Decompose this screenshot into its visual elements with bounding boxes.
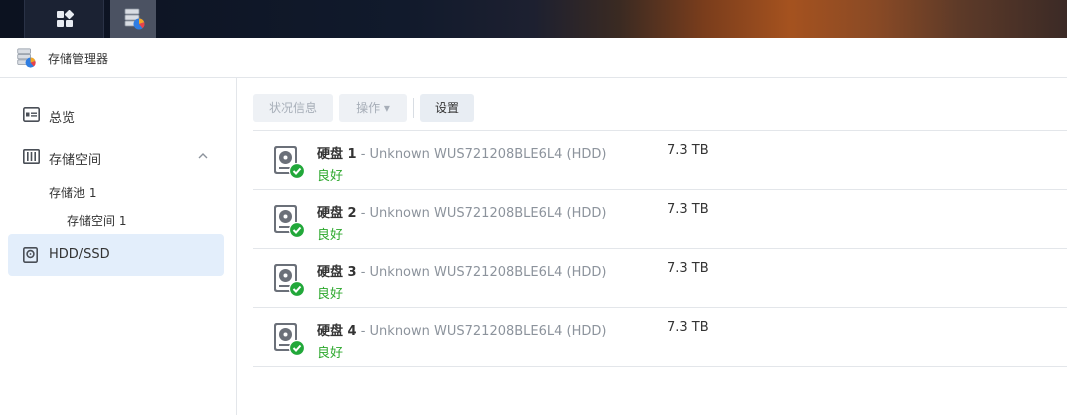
hdd-icon [23, 247, 38, 263]
disk-status: 良好 [317, 287, 344, 302]
disk-model: - Unknown WUS721208BLE6L4 (HDD) [356, 324, 607, 339]
disk-name: 硬盘 4 [317, 324, 357, 339]
hdd-status-good-icon [274, 205, 305, 238]
taskbar [0, 0, 1067, 38]
storage-manager-icon [17, 48, 36, 68]
disk-status: 良好 [317, 346, 344, 361]
disk-model: - Unknown WUS721208BLE6L4 (HDD) [356, 265, 607, 280]
disk-row[interactable]: 硬盘 2 - Unknown WUS721208BLE6L4 (HDD) 7.3… [253, 190, 1067, 249]
action-dropdown-button[interactable]: 操作 ▾ [339, 94, 407, 122]
storage-manager-taskbar-button[interactable] [110, 0, 156, 38]
settings-button[interactable]: 设置 [420, 94, 474, 122]
overview-icon [23, 107, 40, 122]
window-titlebar: 存储管理器 [0, 38, 1067, 78]
sidebar-item-label: 总览 [49, 111, 76, 126]
sidebar-item-hdd-ssd[interactable]: HDD/SSD [8, 234, 224, 276]
sidebar-item-label: 存储空间 [49, 153, 102, 168]
disk-name: 硬盘 2 [317, 206, 357, 221]
disk-name: 硬盘 1 [317, 147, 357, 162]
sidebar-item-label: HDD/SSD [49, 247, 110, 262]
main-menu-button[interactable] [24, 0, 104, 38]
disk-row[interactable]: 硬盘 4 - Unknown WUS721208BLE6L4 (HDD) 7.3… [253, 308, 1067, 367]
disk-size: 7.3 TB [667, 202, 709, 217]
storage-manager-icon [124, 8, 145, 30]
sidebar-item-overview[interactable]: 总览 [8, 97, 224, 133]
sidebar: 总览 存储空间 存储池 1 存储空间 1 HDD/SSD [0, 78, 237, 415]
disk-size: 7.3 TB [667, 261, 709, 276]
disk-status: 良好 [317, 169, 344, 184]
chevron-up-icon[interactable] [198, 152, 208, 159]
window-title: 存储管理器 [48, 52, 109, 66]
disk-model: - Unknown WUS721208BLE6L4 (HDD) [356, 147, 607, 162]
disk-size: 7.3 TB [667, 143, 709, 158]
status-info-button[interactable]: 状况信息 [253, 94, 333, 122]
disk-name: 硬盘 3 [317, 265, 357, 280]
sidebar-item-volume-1[interactable]: 存储空间 1 [67, 212, 126, 229]
disk-model: - Unknown WUS721208BLE6L4 (HDD) [356, 206, 607, 221]
disk-status: 良好 [317, 228, 344, 243]
grid-icon [57, 10, 74, 27]
hdd-status-good-icon [274, 323, 305, 356]
hdd-status-good-icon [274, 264, 305, 297]
sidebar-item-storage-pool-1[interactable]: 存储池 1 [49, 184, 96, 201]
disk-row[interactable]: 硬盘 3 - Unknown WUS721208BLE6L4 (HDD) 7.3… [253, 249, 1067, 308]
disk-size: 7.3 TB [667, 320, 709, 335]
storage-icon [23, 149, 40, 164]
toolbar-divider [413, 98, 414, 118]
disk-row[interactable]: 硬盘 1 - Unknown WUS721208BLE6L4 (HDD) 7.3… [253, 131, 1067, 190]
sidebar-item-storage[interactable]: 存储空间 [8, 139, 224, 175]
hdd-status-good-icon [274, 146, 305, 179]
